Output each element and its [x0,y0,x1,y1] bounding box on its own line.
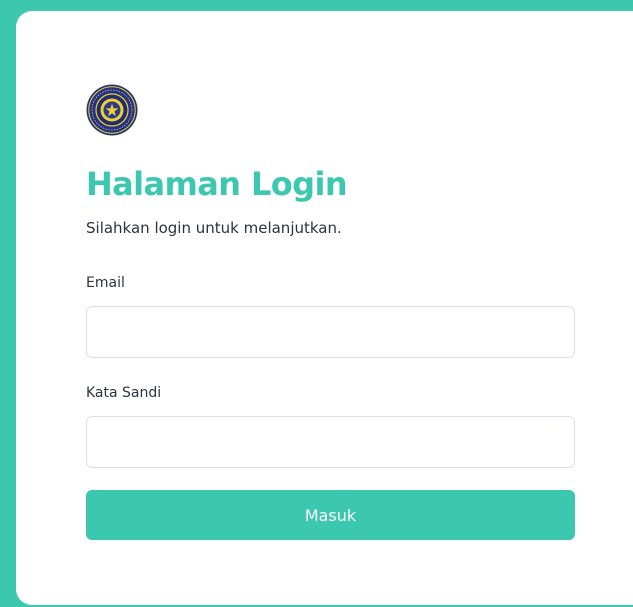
password-label: Kata Sandi [86,385,162,401]
university-seal-icon [86,84,138,136]
login-card: Halaman Login Silahkan login untuk melan… [16,11,633,605]
email-field[interactable] [86,306,575,358]
password-field[interactable] [86,416,575,468]
page-title: Halaman Login [86,165,348,203]
page-subtitle: Silahkan login untuk melanjutkan. [86,219,342,237]
login-button[interactable]: Masuk [86,490,575,540]
email-label: Email [86,275,125,291]
